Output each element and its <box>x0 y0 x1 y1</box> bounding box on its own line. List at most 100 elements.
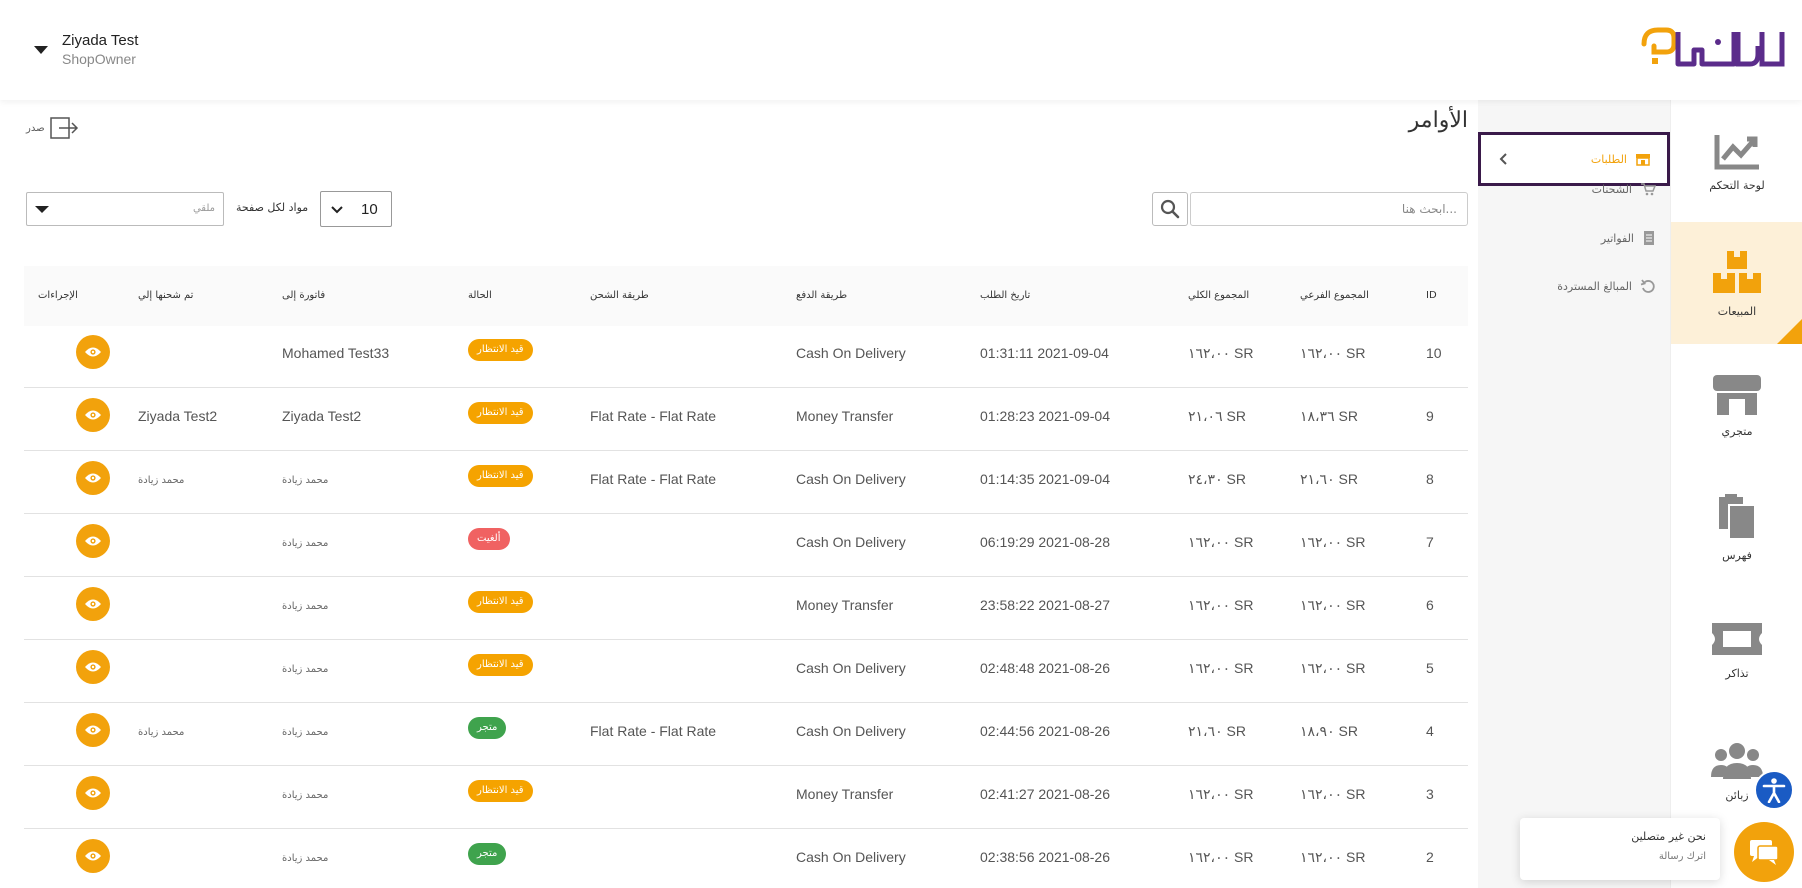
orders-table: 10 ١٦٢،٠٠ SR ١٦٢،٠٠ SR 01:31:11 2021-09-04 C… <box>24 326 1468 888</box>
column-header-status[interactable]: الحالة <box>468 290 492 301</box>
view-order-button[interactable] <box>76 650 110 684</box>
column-header-payment[interactable]: طريقة الدفع <box>796 290 847 301</box>
per-page-value: 10 <box>361 201 378 218</box>
order-date: 02:41:27 2021-08-26 <box>980 786 1110 802</box>
order-billed-to: محمد زيادة <box>282 853 329 864</box>
view-order-button[interactable] <box>76 461 110 495</box>
table-header: ID المجموع الفرعي المجموع الكلي تاريخ ال… <box>24 266 1468 326</box>
search-button[interactable] <box>1152 192 1188 226</box>
submenu-label-orders: الطلبات <box>1590 152 1627 166</box>
view-order-button[interactable] <box>76 398 110 432</box>
view-order-button[interactable] <box>76 524 110 558</box>
view-order-button[interactable] <box>76 713 110 747</box>
view-order-button[interactable] <box>76 776 110 810</box>
search-box <box>1190 192 1468 226</box>
status-badge: قيد الانتظار <box>468 339 533 361</box>
chevron-left-icon[interactable] <box>1497 152 1511 166</box>
table-row[interactable]: 9 ١٨،٣٦ SR ٢١،٠٦ SR 01:28:23 2021-09-04 Mone… <box>24 388 1468 451</box>
user-menu[interactable]: Ziyada Test ShopOwner <box>34 32 138 68</box>
nav-item-dashboard[interactable]: لوحة التحكم <box>1671 100 1802 222</box>
order-date: 23:58:22 2021-08-27 <box>980 597 1110 613</box>
table-row[interactable]: 2 ١٦٢،٠٠ SR ١٦٢،٠٠ SR 02:38:56 2021-08-26 Ca… <box>24 829 1468 888</box>
export-button[interactable]: صدر <box>26 116 79 140</box>
eye-icon <box>85 473 101 483</box>
order-payment-method: Money Transfer <box>796 597 894 613</box>
ticket-icon <box>1712 622 1762 655</box>
nav-item-tickets[interactable]: تذاكر <box>1671 588 1802 710</box>
table-row[interactable]: 7 ١٦٢،٠٠ SR ١٦٢،٠٠ SR 06:19:29 2021-08-28 Ca… <box>24 514 1468 577</box>
cart-icon <box>1641 183 1656 196</box>
top-bar: Ziyada Test ShopOwner <box>0 0 1802 100</box>
status-badge: متجر <box>468 717 507 739</box>
invoice-icon <box>1644 231 1654 245</box>
column-header-subtotal[interactable]: المجموع الفرعي <box>1300 290 1369 301</box>
submenu-item-invoices[interactable]: الفواتير <box>1601 230 1656 246</box>
page-title: الأوامر <box>1408 108 1468 133</box>
table-row[interactable]: 3 ١٦٢،٠٠ SR ١٦٢،٠٠ SR 02:41:27 2021-08-26 Mo… <box>24 766 1468 829</box>
order-subtotal: ١٨،٩٠ SR <box>1300 723 1358 739</box>
order-id: 5 <box>1426 660 1434 676</box>
catalog-icon <box>1719 493 1756 540</box>
column-header-order-date[interactable]: تاريخ الطلب <box>980 290 1030 301</box>
view-order-button[interactable] <box>76 335 110 369</box>
submenu-item-shipments[interactable]: الشحنات <box>1592 182 1656 196</box>
order-grand-total: ١٦٢،٠٠ SR <box>1188 345 1254 361</box>
submenu-item-orders[interactable]: الطلبات <box>1478 132 1670 186</box>
table-row[interactable]: 8 ٢١،٦٠ SR ٢٤،٣٠ SR 01:14:35 2021-09-04 Cash… <box>24 451 1468 514</box>
nav-item-sales[interactable]: المبيعات <box>1671 222 1802 344</box>
view-order-button[interactable] <box>76 587 110 621</box>
nav-item-catalog[interactable]: فهرس <box>1671 466 1802 588</box>
refund-icon <box>1640 279 1655 293</box>
eye-icon <box>85 788 101 798</box>
eye-icon <box>85 410 101 420</box>
status-badge: قيد الانتظار <box>468 654 533 676</box>
order-payment-method: Cash On Delivery <box>796 723 906 739</box>
order-subtotal: ١٦٢،٠٠ SR <box>1300 849 1366 865</box>
order-date: 01:31:11 2021-09-04 <box>980 345 1109 361</box>
chat-title: نحن غير متصلين <box>1631 830 1706 843</box>
order-grand-total: ١٦٢،٠٠ SR <box>1188 849 1254 865</box>
table-row[interactable]: 5 ١٦٢،٠٠ SR ١٦٢،٠٠ SR 02:48:48 2021-08-26 Ca… <box>24 640 1468 703</box>
chat-button[interactable] <box>1734 822 1794 882</box>
order-id: 9 <box>1426 408 1434 424</box>
status-badge: قيد الانتظار <box>468 402 533 424</box>
nav-label-customers: زبائن <box>1725 788 1749 802</box>
eye-icon <box>85 347 101 357</box>
search-input[interactable] <box>1191 193 1467 225</box>
status-badge: قيد الانتظار <box>468 591 533 613</box>
submenu-label-shipments: الشحنات <box>1591 182 1632 196</box>
customers-icon <box>1711 742 1763 779</box>
order-billed-to: محمد زيادة <box>282 727 329 738</box>
per-page-select[interactable]: 10 <box>320 191 392 227</box>
order-date: 01:14:35 2021-09-04 <box>980 471 1110 487</box>
nav-item-my-store[interactable]: متجري <box>1671 344 1802 466</box>
column-header-grand-total[interactable]: المجموع الكلي <box>1188 290 1249 301</box>
order-payment-method: Money Transfer <box>796 408 894 424</box>
submenu-label-invoices: الفواتير <box>1600 231 1634 245</box>
per-page-label: مواد لكل صفحة <box>236 201 309 214</box>
table-row[interactable]: 10 ١٦٢،٠٠ SR ١٦٢،٠٠ SR 01:31:11 2021-09-04 C… <box>24 326 1468 388</box>
order-grand-total: ١٦٢،٠٠ SR <box>1188 597 1254 613</box>
view-order-button[interactable] <box>76 839 110 873</box>
column-header-billed-to[interactable]: فاتورة إلى <box>282 290 325 301</box>
filter-select[interactable]: ملقي <box>26 192 224 226</box>
order-shipped-to: محمد زيادة <box>138 727 185 738</box>
order-subtotal: ١٨،٣٦ SR <box>1300 408 1358 424</box>
order-id: 2 <box>1426 849 1434 865</box>
logo[interactable] <box>1638 24 1788 84</box>
chat-status-card[interactable]: نحن غير متصلين اترك رسالة <box>1520 818 1720 880</box>
accessibility-button[interactable] <box>1754 770 1794 810</box>
submenu-item-refunds[interactable]: المبالغ المستردة <box>1557 278 1656 294</box>
table-row[interactable]: 6 ١٦٢،٠٠ SR ١٦٢،٠٠ SR 23:58:22 2021-08-27 Mo… <box>24 577 1468 640</box>
column-header-actions: الإجراءات <box>38 290 78 301</box>
column-header-shipping[interactable]: طريقة الشحن <box>590 290 649 301</box>
active-corner-marker <box>1777 318 1802 344</box>
table-row[interactable]: 4 ١٨،٩٠ SR ٢١،٦٠ SR 02:44:56 2021-08-26 Cash… <box>24 703 1468 766</box>
order-subtotal: ١٦٢،٠٠ SR <box>1300 597 1366 613</box>
column-header-id[interactable]: ID <box>1426 290 1437 301</box>
store-icon <box>1713 374 1761 415</box>
nav-label-sales: المبيعات <box>1717 304 1757 318</box>
caret-down-icon[interactable] <box>34 46 48 54</box>
order-payment-method: Cash On Delivery <box>796 345 906 361</box>
column-header-shipped-to[interactable]: تم شحنها إلي <box>138 290 193 301</box>
